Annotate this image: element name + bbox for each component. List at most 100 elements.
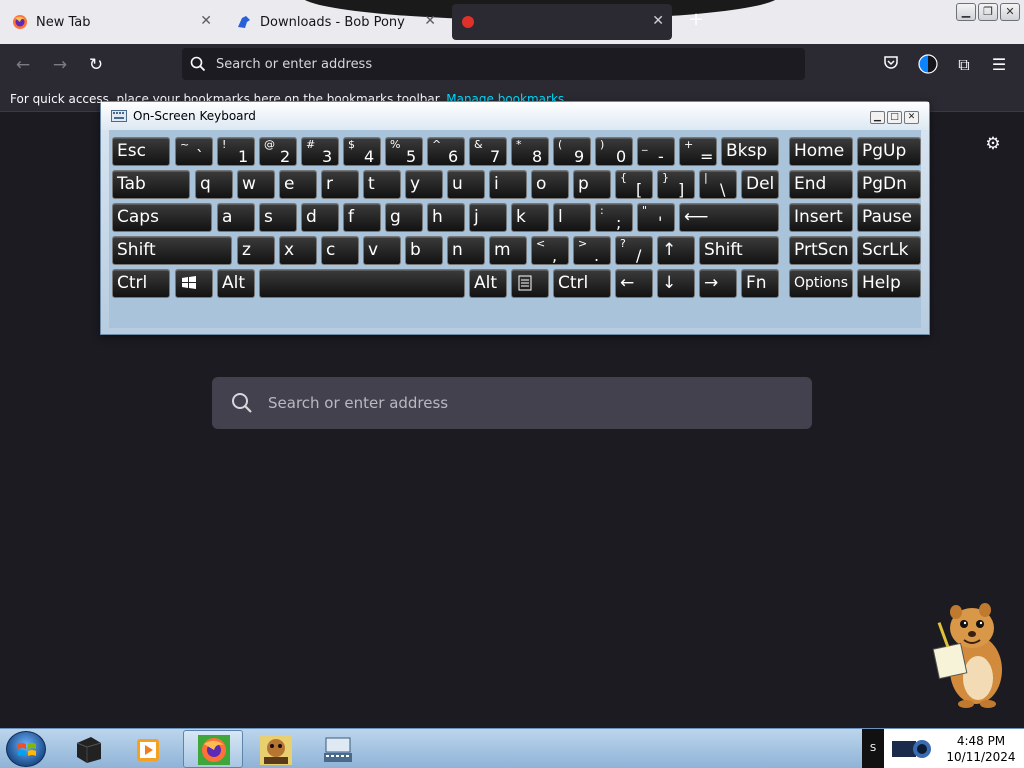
key-p[interactable]: p <box>573 170 611 199</box>
osk-maximize-button[interactable]: □ <box>887 111 902 124</box>
back-arrow-icon[interactable]: ← <box>12 54 34 76</box>
key-sym-1-13[interactable]: | \ <box>699 170 737 199</box>
key-d[interactable]: d <box>301 203 339 232</box>
content-search-box[interactable] <box>212 377 812 429</box>
key-home[interactable]: Home <box>789 137 853 166</box>
key-7[interactable]: & 7 <box>469 137 507 166</box>
close-tab-icon[interactable]: ✕ <box>424 13 436 29</box>
key-t[interactable]: t <box>363 170 401 199</box>
key-q[interactable]: q <box>195 170 233 199</box>
key-ctrl[interactable]: Ctrl <box>112 269 170 298</box>
taskbar-item-on-screen-keyboard[interactable] <box>307 730 367 768</box>
key-6[interactable]: ^ 6 <box>427 137 465 166</box>
key-e[interactable]: e <box>279 170 317 199</box>
key-pgdn[interactable]: PgDn <box>857 170 921 199</box>
key-end[interactable]: End <box>789 170 853 199</box>
key-k[interactable]: k <box>511 203 549 232</box>
minimize-button[interactable]: ▁ <box>956 3 976 21</box>
key-n[interactable]: n <box>447 236 485 265</box>
content-search-input[interactable] <box>268 394 788 412</box>
tab-active[interactable]: ✕ <box>452 4 672 40</box>
key-sym-2-11[interactable]: " ' <box>637 203 675 232</box>
key-sym-3-8[interactable]: <, <box>531 236 569 265</box>
key-arrow-4-7[interactable]: ← <box>615 269 653 298</box>
key-caps[interactable]: Caps <box>112 203 212 232</box>
start-button[interactable] <box>6 731 46 767</box>
key-f[interactable]: f <box>343 203 381 232</box>
new-tab-button[interactable]: + <box>686 10 706 30</box>
key-w[interactable]: w <box>237 170 275 199</box>
key-i[interactable]: i <box>489 170 527 199</box>
hamster-mascot-icon[interactable] <box>930 598 1010 710</box>
key-c[interactable]: c <box>321 236 359 265</box>
key-z[interactable]: z <box>237 236 275 265</box>
network-camera-icon[interactable] <box>890 735 934 763</box>
key-l[interactable]: l <box>553 203 591 232</box>
key-sym-1-11[interactable]: {[ <box>615 170 653 199</box>
key-sym-2-10[interactable]: :; <box>595 203 633 232</box>
key-4[interactable]: $4 <box>343 137 381 166</box>
key-ctrl[interactable]: Ctrl <box>553 269 611 298</box>
hamburger-menu-icon[interactable]: ☰ <box>988 54 1010 76</box>
key-options[interactable]: Options <box>789 269 853 298</box>
key-sym-3-9[interactable]: >. <box>573 236 611 265</box>
key-sym-3-10[interactable]: ? / <box>615 236 653 265</box>
key-shift[interactable]: Shift <box>112 236 232 265</box>
clock[interactable]: 4:48 PM 10/11/2024 <box>938 733 1024 765</box>
key-1[interactable]: ! 1 <box>217 137 255 166</box>
taskbar-item-firefox[interactable] <box>183 730 243 768</box>
key-space[interactable] <box>259 269 465 298</box>
tray-overflow-button[interactable]: S <box>862 729 884 768</box>
key-3[interactable]: #3 <box>301 137 339 166</box>
forward-arrow-icon[interactable]: → <box>49 54 71 76</box>
key-o[interactable]: o <box>531 170 569 199</box>
key-m[interactable]: m <box>489 236 527 265</box>
key-sym-0-12[interactable]: _ - <box>637 137 675 166</box>
key-sym-0-13[interactable]: + = <box>679 137 717 166</box>
pocket-icon[interactable] <box>880 54 902 76</box>
address-bar[interactable] <box>182 48 805 80</box>
key-tab[interactable]: Tab <box>112 170 190 199</box>
key-5[interactable]: % 5 <box>385 137 423 166</box>
key-a[interactable]: a <box>217 203 255 232</box>
tab-downloads-bob-pony[interactable]: Downloads - Bob Pony ✕ <box>230 0 444 44</box>
key-arrow-3-11[interactable]: ↑ <box>657 236 695 265</box>
key-pgup[interactable]: PgUp <box>857 137 921 166</box>
key-prtscn[interactable]: PrtScn <box>789 236 853 265</box>
key-h[interactable]: h <box>427 203 465 232</box>
key-b[interactable]: b <box>405 236 443 265</box>
osk-minimize-button[interactable]: ▁ <box>870 111 885 124</box>
key-arrow-2-12[interactable]: ⟵ <box>679 203 779 232</box>
key-alt[interactable]: Alt <box>217 269 255 298</box>
key-9[interactable]: (9 <box>553 137 591 166</box>
key-arrow-4-9[interactable]: → <box>699 269 737 298</box>
key-del[interactable]: Del <box>741 170 779 199</box>
key-8[interactable]: * 8 <box>511 137 549 166</box>
key-v[interactable]: v <box>363 236 401 265</box>
close-tab-icon[interactable]: ✕ <box>200 13 212 29</box>
key-shift[interactable]: Shift <box>699 236 779 265</box>
taskbar-item-bonzi[interactable] <box>245 730 305 768</box>
key-insert[interactable]: Insert <box>789 203 853 232</box>
key-j[interactable]: j <box>469 203 507 232</box>
close-window-button[interactable]: ✕ <box>1000 3 1020 21</box>
key-r[interactable]: r <box>321 170 359 199</box>
key-bksp[interactable]: Bksp <box>721 137 779 166</box>
account-icon[interactable] <box>917 54 939 76</box>
address-input[interactable] <box>216 56 776 72</box>
windows-logo-key[interactable] <box>175 269 213 298</box>
key-0[interactable]: ) 0 <box>595 137 633 166</box>
restore-button[interactable]: ❐ <box>978 3 998 21</box>
key-esc[interactable]: Esc <box>112 137 170 166</box>
osk-titlebar[interactable]: On-Screen Keyboard ▁ □ ✕ <box>101 102 929 130</box>
key-fn[interactable]: Fn <box>741 269 779 298</box>
key-arrow-4-8[interactable]: ↓ <box>657 269 695 298</box>
taskbar-item-terminal[interactable] <box>58 730 118 768</box>
extensions-icon[interactable]: ⧉ <box>953 54 975 76</box>
key-y[interactable]: y <box>405 170 443 199</box>
key-g[interactable]: g <box>385 203 423 232</box>
key-pause[interactable]: Pause <box>857 203 921 232</box>
close-tab-icon[interactable]: ✕ <box>652 13 664 29</box>
gear-icon[interactable]: ⚙ <box>982 133 1004 155</box>
taskbar-item-media-player[interactable] <box>118 730 178 768</box>
